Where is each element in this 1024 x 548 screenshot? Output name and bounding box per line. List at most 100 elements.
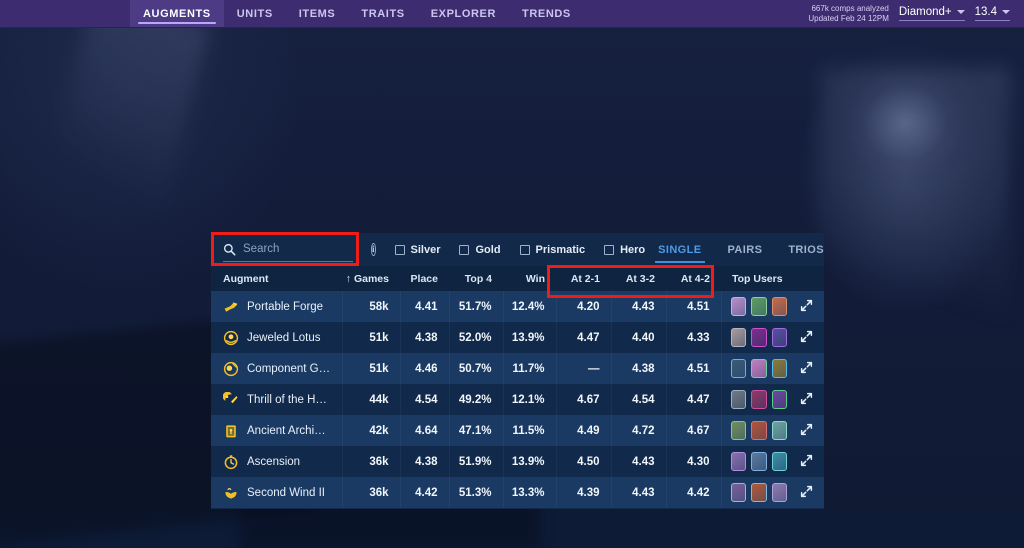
column-header-top-users: Top Users [721, 266, 824, 291]
expand-icon[interactable] [800, 454, 813, 467]
rank-filter-dropdown[interactable]: Diamond+ [898, 6, 965, 21]
column-header-at-2-1[interactable]: At 2-1 [556, 266, 611, 291]
table-row[interactable]: Portable Forge 58k 4.41 51.7% 12.4% 4.20 4.43 4… [211, 291, 824, 322]
top-user-avatar[interactable] [751, 297, 767, 316]
chevron-down-icon [956, 10, 965, 14]
cell-place: 4.38 [400, 322, 450, 353]
filter-checkbox-hero[interactable]: Hero [604, 244, 645, 256]
nav-item-explorer[interactable]: EXPLORER [418, 0, 509, 27]
tab-single[interactable]: SINGLE [645, 233, 714, 266]
tab-trios[interactable]: TRIOS [775, 233, 824, 266]
cell-augment[interactable]: Component Gra... [211, 353, 343, 384]
filter-checkbox-prismatic[interactable]: Prismatic [519, 244, 585, 256]
cell-top4: 51.7% [449, 291, 504, 322]
cell-augment[interactable]: Ascension [211, 446, 343, 477]
cell-games: 36k [342, 446, 401, 477]
cell-games: 51k [342, 322, 401, 353]
augment-name: Thrill of the Hun... [247, 393, 331, 406]
filter-checkbox-silver[interactable]: Silver [394, 244, 440, 256]
table-row[interactable]: Ancient Archives I 42k 4.64 47.1% 11.5% 4.49 4… [211, 415, 824, 446]
patch-filter-dropdown[interactable]: 13.4 [974, 6, 1010, 21]
expand-row-button[interactable] [800, 361, 813, 377]
nav-item-traits[interactable]: TRAITS [348, 0, 417, 27]
top-user-avatar[interactable] [730, 421, 746, 440]
expand-icon[interactable] [800, 330, 813, 343]
table-row[interactable]: Thrill of the Hun... 44k 4.54 49.2% 12.1% 4.6… [211, 384, 824, 415]
info-icon[interactable]: i [371, 243, 376, 256]
filter-checkbox-gold[interactable]: Gold [459, 243, 501, 256]
expand-icon[interactable] [800, 361, 813, 374]
cell-augment[interactable]: Second Wind II [211, 477, 343, 508]
cell-at-2-1: 4.50 [556, 446, 612, 477]
top-user-avatar[interactable] [730, 297, 746, 316]
nav-item-items[interactable]: ITEMS [286, 0, 349, 27]
cell-at-4-2: 4.30 [666, 446, 722, 477]
top-user-avatar[interactable] [730, 483, 746, 502]
cell-top4: 50.7% [449, 353, 504, 384]
top-user-avatar[interactable] [771, 390, 787, 409]
expand-row-button[interactable] [800, 423, 813, 439]
cell-at-4-2: 4.51 [666, 353, 722, 384]
expand-row-button[interactable] [800, 392, 813, 408]
cell-at-2-1: 4.20 [556, 291, 612, 322]
top-user-avatar[interactable] [751, 452, 767, 471]
chevron-down-icon [1002, 10, 1010, 14]
tab-pairs[interactable]: PAIRS [715, 233, 776, 266]
cell-win: 11.5% [503, 415, 557, 446]
table-row[interactable]: Component Gra... 51k 4.46 50.7% 11.7% —4.38 4.… [211, 353, 824, 384]
table-row[interactable]: Ascension 36k 4.38 51.9% 13.9% 4.50 4.43 4.30 [211, 446, 824, 477]
top-user-avatar[interactable] [730, 452, 746, 471]
cell-place: 4.38 [400, 446, 450, 477]
column-header-at-3-2[interactable]: At 3-2 [611, 266, 666, 291]
column-header-place[interactable]: Place [400, 266, 449, 291]
cell-augment[interactable]: Portable Forge [211, 291, 343, 322]
column-header-augment[interactable]: Augment [211, 266, 342, 291]
top-user-avatar[interactable] [730, 359, 746, 378]
search-input[interactable] [243, 243, 353, 255]
table-row[interactable]: Second Wind II 36k 4.42 51.3% 13.3% 4.39 4.43 4… [211, 477, 824, 508]
cell-games: 58k [342, 291, 401, 322]
top-user-avatar[interactable] [730, 328, 746, 347]
top-user-avatar[interactable] [771, 452, 787, 471]
expand-icon[interactable] [800, 485, 813, 498]
column-header-win[interactable]: Win [503, 266, 556, 291]
nav-item-trends[interactable]: TRENDS [509, 0, 584, 27]
column-header-at-4-2[interactable]: At 4-2 [666, 266, 721, 291]
top-user-avatar[interactable] [771, 483, 787, 502]
cell-at-4-2: 4.51 [666, 291, 722, 322]
nav-item-units[interactable]: UNITS [224, 0, 286, 27]
top-user-avatar[interactable] [771, 328, 787, 347]
cell-augment[interactable]: Ancient Archives I [211, 415, 343, 446]
cell-at-3-2: 4.43 [611, 291, 667, 322]
cell-augment[interactable]: Thrill of the Hun... [211, 384, 343, 415]
column-header-top4[interactable]: Top 4 [449, 266, 503, 291]
expand-row-button[interactable] [800, 454, 813, 470]
table-row[interactable]: Jeweled Lotus 51k 4.38 52.0% 13.9% 4.47 4.40 4.… [211, 322, 824, 353]
top-user-avatar[interactable] [771, 359, 787, 378]
nav-item-augments[interactable]: AUGMENTS [130, 0, 224, 27]
expand-row-button[interactable] [800, 299, 813, 315]
top-user-avatar[interactable] [751, 421, 767, 440]
expand-row-button[interactable] [800, 485, 813, 501]
top-user-avatar[interactable] [751, 390, 767, 409]
augments-panel: i Silver Gold Prismatic Hero SINGLE PAIR… [211, 233, 824, 509]
top-user-avatar[interactable] [730, 390, 746, 409]
cell-place: 4.64 [400, 415, 450, 446]
cell-top4: 52.0% [449, 322, 504, 353]
expand-icon[interactable] [800, 423, 813, 436]
cell-place: 4.54 [400, 384, 450, 415]
top-user-avatar[interactable] [751, 359, 767, 378]
top-user-avatar[interactable] [771, 421, 787, 440]
checkbox-box [604, 244, 615, 255]
filter-label: Gold [475, 243, 501, 256]
top-user-avatar[interactable] [771, 297, 787, 316]
search-field[interactable] [223, 238, 353, 262]
cell-games: 44k [342, 384, 401, 415]
top-user-avatar[interactable] [751, 483, 767, 502]
expand-row-button[interactable] [800, 330, 813, 346]
expand-icon[interactable] [800, 392, 813, 405]
expand-icon[interactable] [800, 299, 813, 312]
cell-augment[interactable]: Jeweled Lotus [211, 322, 343, 353]
top-user-avatar[interactable] [751, 328, 767, 347]
column-header-games[interactable]: ↑ Games [342, 266, 400, 291]
